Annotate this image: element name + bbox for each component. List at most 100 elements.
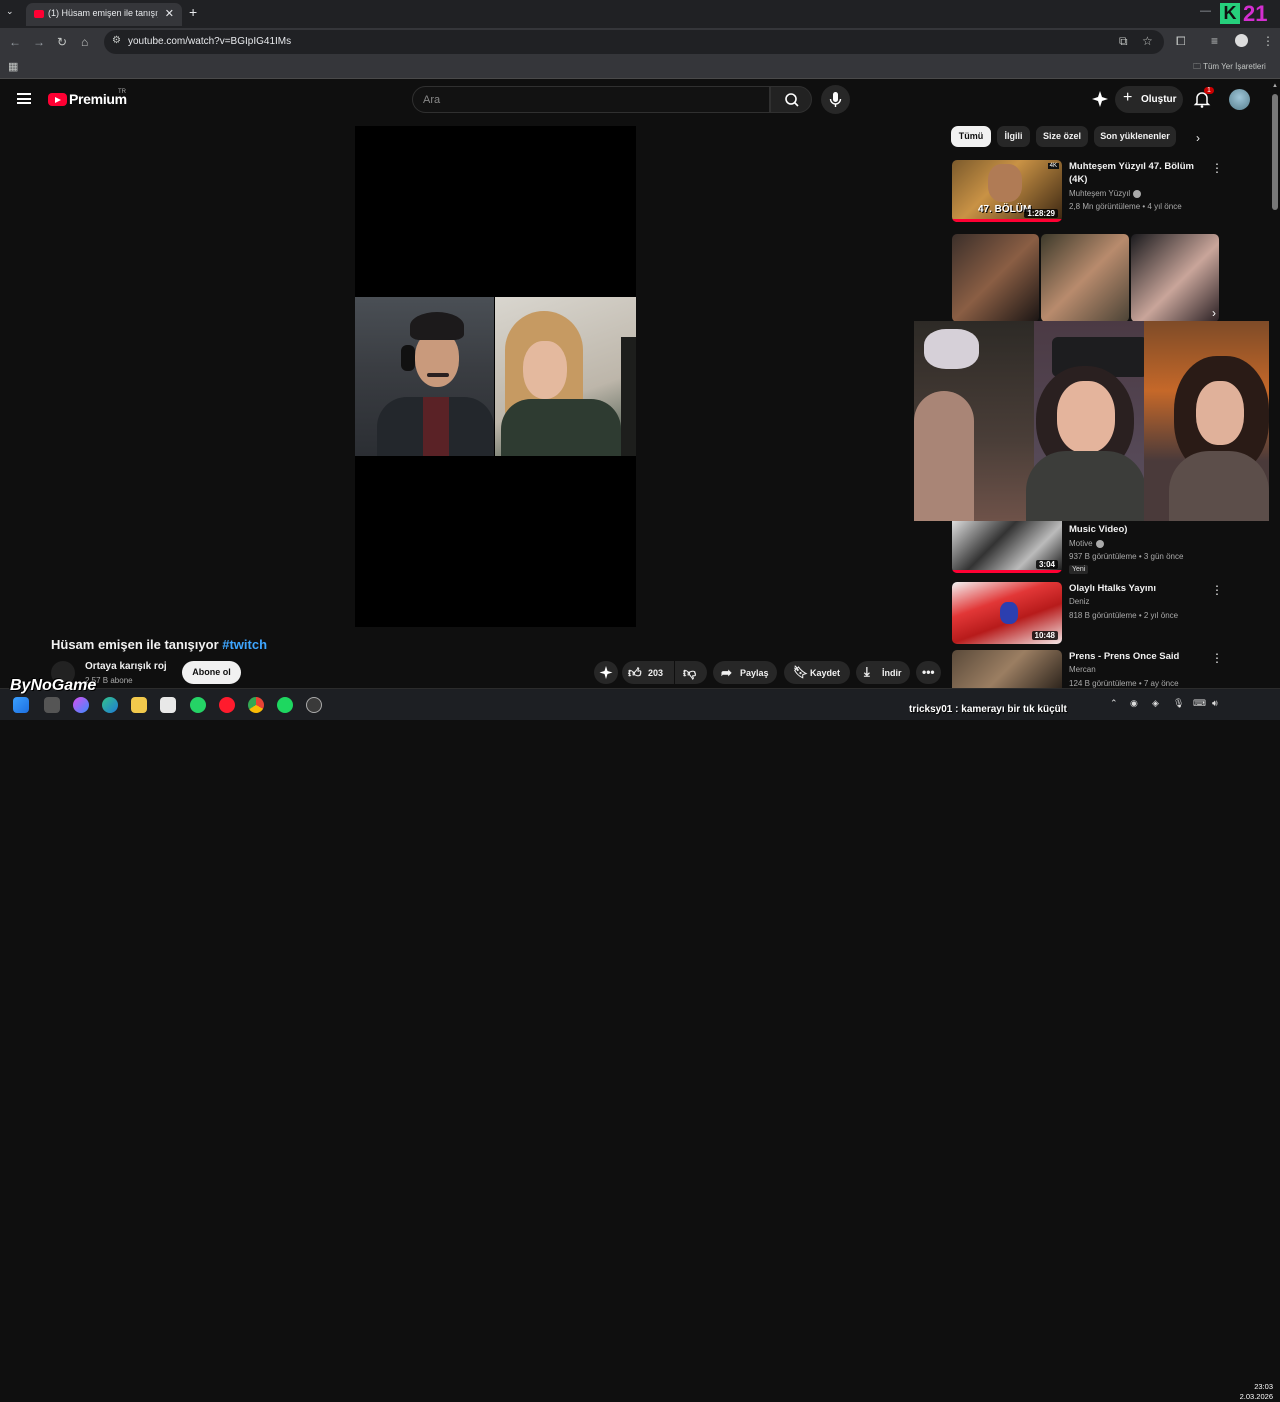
all-bookmarks-link[interactable]: 🗀 Tüm Yer İşaretleri — [1193, 61, 1266, 75]
taskbar-clock[interactable]: 23:03 2.03.2026 — [1233, 1382, 1273, 1402]
voice-search-button[interactable] — [821, 85, 850, 114]
home-icon[interactable]: ⌂ — [81, 35, 88, 49]
new-tab-icon[interactable]: + — [189, 4, 197, 20]
rec-title-1[interactable]: Muhteşem Yüzyıl 47. Bölüm (4K) — [1069, 160, 1199, 186]
forward-icon[interactable]: → — [33, 35, 45, 49]
video-player[interactable] — [355, 126, 636, 627]
create-button[interactable]: + Oluştur — [1115, 86, 1183, 113]
browser-menu-icon[interactable]: ⋮ — [1262, 34, 1274, 48]
steam-tray-icon[interactable]: ◈ — [1152, 698, 1159, 709]
spotify-icon[interactable] — [277, 697, 293, 713]
opera-icon[interactable] — [219, 697, 235, 713]
copilot-icon[interactable] — [73, 697, 89, 713]
subscribe-button[interactable]: Abone ol — [182, 661, 241, 684]
rec-thumbnail-3[interactable]: 10:48 — [952, 582, 1062, 644]
video-frame-right-person — [495, 297, 636, 456]
rec-thumbnail-1[interactable]: 47. BÖLÜM 4K 1:28:29 — [952, 160, 1062, 222]
search-box[interactable] — [412, 86, 770, 113]
edge-browser-icon[interactable] — [102, 697, 118, 713]
bookmark-icon: 🔖︎ — [793, 665, 809, 679]
sparkle-icon — [599, 666, 613, 679]
close-tab-icon[interactable]: ✕ — [165, 7, 174, 20]
dislike-button[interactable]: 👎︎ — [675, 661, 707, 684]
tray-overflow-icon[interactable]: ⌃ — [1110, 698, 1118, 709]
rec-channel-1[interactable]: Muhteşem Yüzyıl — [1069, 189, 1142, 198]
stream-logo-overlay: K 21 — [1220, 1, 1276, 26]
thumbs-up-icon: 👍︎ — [628, 665, 642, 680]
rec-title-2[interactable]: Music Video) — [1069, 523, 1199, 536]
shorts-shelf: › — [952, 234, 1219, 322]
task-view-icon[interactable] — [44, 697, 60, 713]
profile-avatar-icon[interactable] — [1235, 34, 1248, 47]
file-explorer-icon[interactable] — [131, 697, 147, 713]
shorts-next-icon[interactable]: › — [1212, 306, 1216, 320]
site-info-icon[interactable]: ⚙ — [112, 35, 121, 46]
volume-tray-icon[interactable]: 🔊︎ — [1212, 698, 1218, 709]
rec-menu-icon-4[interactable]: ⋮ — [1211, 651, 1223, 665]
chrome-icon[interactable] — [248, 697, 264, 713]
rec-title-4[interactable]: Prens - Prens Once Said — [1069, 650, 1199, 663]
bynogame-watermark: ByNoGame — [10, 677, 97, 694]
minimize-window-icon[interactable]: — — [1200, 5, 1211, 17]
share-label: Paylaş — [740, 668, 769, 678]
extensions-icon[interactable]: ⧠ — [1176, 34, 1186, 49]
rec-title-3[interactable]: Olaylı Htalks Yayını — [1069, 582, 1199, 595]
rec-thumbnail-2[interactable]: 3:04 — [952, 521, 1062, 573]
rec-meta-1: 2,8 Mn görüntüleme • 4 yıl önce — [1069, 202, 1182, 211]
short-thumbnail-3[interactable] — [1131, 234, 1219, 322]
rec-channel-4[interactable]: Mercan — [1069, 665, 1096, 674]
chip-related[interactable]: İlgili — [997, 126, 1030, 147]
chip-for-you[interactable]: Size özel — [1036, 126, 1088, 147]
save-button[interactable]: 🔖︎ Kaydet — [784, 661, 850, 684]
reload-icon[interactable]: ↻ — [57, 35, 67, 49]
short-thumbnail-1[interactable] — [952, 234, 1039, 322]
bookmark-star-icon[interactable]: ☆ — [1142, 34, 1153, 48]
ask-ai-sparkle-icon[interactable] — [1091, 90, 1109, 108]
download-button[interactable]: ⤓ İndir — [856, 661, 910, 684]
scrollbar-thumb[interactable] — [1272, 94, 1278, 210]
chevron-right-icon[interactable]: › — [1196, 131, 1200, 145]
stream-chat-message: tricksy01 : kamerayı bir tık küçült — [909, 704, 1067, 715]
microphone-tray-icon[interactable]: 🎙︎ — [1173, 698, 1184, 709]
search-button[interactable] — [770, 86, 812, 113]
video-hashtag-link[interactable]: #twitch — [222, 637, 267, 652]
notifications-button[interactable]: 1 — [1192, 87, 1214, 109]
browser-tab-strip: ⌄ (1) Hüsam emişen ile tanışıyor ✕ + — K… — [0, 0, 1280, 28]
rec-channel-3[interactable]: Deniz — [1069, 597, 1089, 606]
install-app-icon[interactable]: ⧉ — [1119, 34, 1128, 49]
rec-menu-icon-1[interactable]: ⋮ — [1211, 161, 1223, 175]
tab-search-icon[interactable]: ⌄ — [6, 6, 14, 17]
browser-tab-active[interactable]: (1) Hüsam emişen ile tanışıyor ✕ — [26, 3, 182, 26]
address-bar[interactable]: ⚙ youtube.com/watch?v=BGIpIG41IMs ⧉ ☆ — [104, 30, 1164, 54]
watch-progress-bar — [952, 570, 1062, 573]
chip-all[interactable]: Tümü — [951, 126, 991, 147]
youtube-logo-icon[interactable] — [48, 93, 67, 106]
microsoft-store-icon[interactable] — [160, 697, 176, 713]
channel-name[interactable]: Ortaya karışık roj — [85, 661, 167, 672]
chip-recently-uploaded[interactable]: Son yüklenenler — [1094, 126, 1176, 147]
discord-tray-icon[interactable]: ◉ — [1130, 698, 1138, 709]
short-thumbnail-2[interactable] — [1041, 234, 1129, 322]
guide-menu-icon[interactable] — [17, 93, 31, 104]
share-button[interactable]: ➦ Paylaş — [713, 661, 777, 684]
address-url[interactable]: youtube.com/watch?v=BGIpIG41IMs — [128, 36, 291, 47]
clock-time: 23:03 — [1254, 1382, 1273, 1391]
windows-start-icon[interactable] — [13, 697, 29, 713]
obs-icon[interactable] — [306, 697, 322, 713]
whatsapp-icon[interactable] — [190, 697, 206, 713]
back-icon[interactable]: ← — [9, 35, 21, 49]
rec-menu-icon-3[interactable]: ⋮ — [1211, 583, 1223, 597]
rec-thumbnail-4[interactable] — [952, 650, 1062, 688]
page-scrollbar[interactable]: ▲ — [1270, 80, 1280, 688]
apps-grid-icon[interactable]: ▦ — [8, 60, 18, 73]
more-actions-button[interactable]: ••• — [916, 661, 941, 684]
rec-meta-2: 937 B görüntüleme • 3 gün önce — [1069, 552, 1184, 561]
like-button[interactable]: 👍︎ 203 — [622, 661, 674, 684]
search-input[interactable] — [423, 91, 753, 109]
account-avatar[interactable] — [1229, 89, 1250, 110]
ask-ai-button[interactable] — [594, 661, 618, 684]
rec-channel-2[interactable]: Motive — [1069, 539, 1104, 548]
scroll-up-icon[interactable]: ▲ — [1272, 83, 1278, 89]
network-tray-icon[interactable]: ⌨ — [1193, 698, 1206, 709]
media-controls-icon[interactable]: ≡ — [1211, 34, 1218, 48]
